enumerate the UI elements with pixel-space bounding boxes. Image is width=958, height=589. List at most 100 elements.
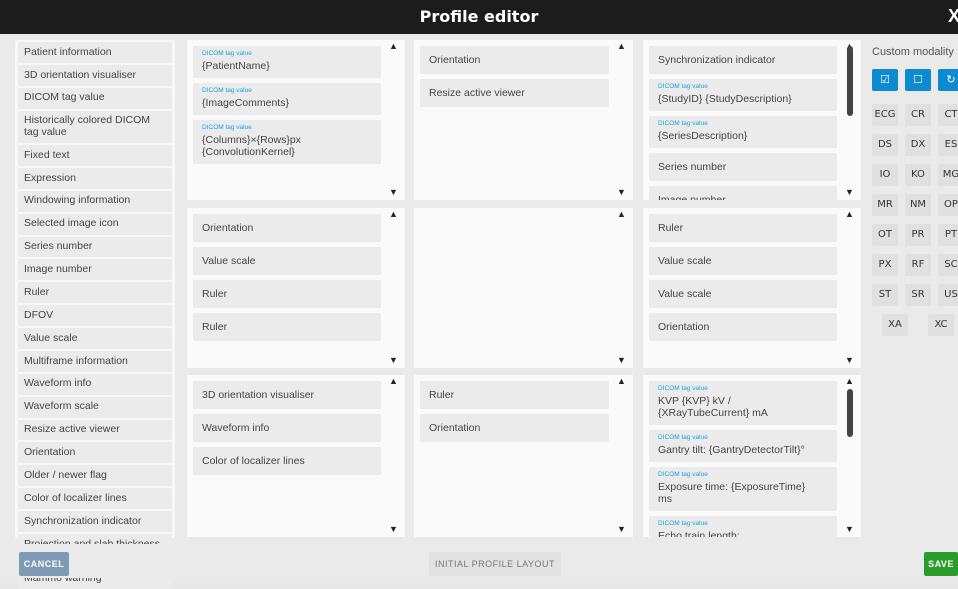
- modality-chip[interactable]: OT: [872, 224, 898, 246]
- palette-item[interactable]: Ruler: [18, 282, 172, 304]
- scrollbar[interactable]: ▲▼: [613, 208, 633, 368]
- scroll-down-icon[interactable]: ▼: [617, 356, 626, 365]
- layout-cell-middle-left[interactable]: Orientation Value scale Ruler Ruler ▲ ▼: [187, 208, 405, 368]
- modality-chip[interactable]: CT: [938, 104, 958, 126]
- modality-chip[interactable]: MR: [872, 194, 898, 216]
- scroll-up-icon[interactable]: ▲: [389, 377, 398, 386]
- dicom-tag-item[interactable]: DICOM tag value {ImageComments}: [193, 83, 381, 115]
- modality-chip[interactable]: XA: [882, 314, 908, 336]
- modality-chip[interactable]: DX: [905, 134, 931, 156]
- overlay-item[interactable]: Orientation: [420, 414, 609, 442]
- scrollbar[interactable]: ▲▼: [385, 375, 405, 537]
- modality-chip[interactable]: PR: [905, 224, 931, 246]
- scrollbar[interactable]: ▲▼: [613, 40, 633, 200]
- modality-chip[interactable]: ECG: [872, 104, 898, 126]
- modality-chip[interactable]: MG: [938, 164, 958, 186]
- scroll-up-icon[interactable]: ▲: [617, 210, 626, 219]
- close-icon[interactable]: X: [948, 6, 958, 27]
- overlay-item[interactable]: Value scale: [649, 247, 837, 275]
- palette-item[interactable]: Color of localizer lines: [18, 488, 172, 509]
- overlay-item[interactable]: Synchronization indicator: [649, 46, 837, 74]
- modality-chip[interactable]: SC: [938, 254, 958, 276]
- palette-item[interactable]: Orientation: [18, 442, 172, 464]
- scroll-down-icon[interactable]: ▼: [845, 188, 854, 197]
- palette-item[interactable]: Historically colored DICOM tag value: [18, 110, 172, 143]
- scroll-thumb[interactable]: [847, 389, 853, 437]
- scrollbar[interactable]: ▲▼: [841, 375, 861, 537]
- dicom-tag-item[interactable]: DICOM tag value Echo train length: {EchoT…: [649, 516, 837, 537]
- overlay-item[interactable]: Resize active viewer: [420, 79, 609, 107]
- overlay-item[interactable]: Image number: [649, 186, 837, 200]
- refresh-icon[interactable]: ↻: [938, 69, 958, 91]
- modality-chip[interactable]: NM: [905, 194, 931, 216]
- palette-item[interactable]: Waveform scale: [18, 396, 172, 418]
- scroll-up-icon[interactable]: ▲: [389, 210, 398, 219]
- dicom-tag-item[interactable]: DICOM tag value Exposure time: {ExposureT…: [649, 467, 837, 511]
- palette-item[interactable]: Older / newer flag: [18, 465, 172, 487]
- overlay-item[interactable]: Ruler: [420, 381, 609, 409]
- overlay-item[interactable]: Color of localizer lines: [193, 447, 381, 475]
- cancel-button[interactable]: CANCEL: [19, 552, 69, 576]
- scroll-up-icon[interactable]: ▲: [845, 377, 854, 386]
- modality-chip[interactable]: CR: [905, 104, 931, 126]
- scroll-down-icon[interactable]: ▼: [389, 188, 398, 197]
- scroll-thumb[interactable]: [847, 46, 853, 116]
- modality-chip[interactable]: RF: [905, 254, 931, 276]
- save-button[interactable]: SAVE: [924, 552, 958, 576]
- select-all-checkbox-icon[interactable]: ☑: [872, 69, 898, 91]
- initial-profile-layout-button[interactable]: INITIAL PROFILE LAYOUT: [429, 552, 561, 576]
- modality-chip[interactable]: IO: [872, 164, 898, 186]
- scroll-down-icon[interactable]: ▼: [389, 356, 398, 365]
- modality-chip[interactable]: KO: [905, 164, 931, 186]
- dicom-tag-item[interactable]: DICOM tag value {SeriesDescription}: [649, 116, 837, 148]
- palette-item[interactable]: Multiframe information: [18, 350, 172, 372]
- scrollbar[interactable]: ▲▼: [385, 40, 405, 200]
- scroll-up-icon[interactable]: ▲: [617, 377, 626, 386]
- palette-item[interactable]: DFOV: [18, 305, 172, 326]
- modality-chip[interactable]: ES: [938, 134, 958, 156]
- layout-cell-bottom-center[interactable]: Ruler Orientation ▲ ▼: [414, 375, 633, 537]
- modality-chip[interactable]: SR: [905, 284, 931, 306]
- scrollbar[interactable]: ▲▼: [613, 375, 633, 537]
- modality-chip[interactable]: XC: [928, 314, 954, 336]
- overlay-item[interactable]: Ruler: [193, 280, 381, 308]
- scrollbar[interactable]: ▲▼: [385, 208, 405, 368]
- modality-chip[interactable]: OP: [938, 194, 958, 216]
- scroll-up-icon[interactable]: ▲: [389, 42, 398, 51]
- overlay-item[interactable]: Orientation: [193, 214, 381, 242]
- palette-item[interactable]: Value scale: [18, 328, 172, 349]
- palette-item[interactable]: Expression: [18, 167, 172, 189]
- palette-item[interactable]: DICOM tag value: [18, 87, 172, 109]
- palette-item[interactable]: Resize active viewer: [18, 419, 172, 441]
- dicom-tag-item[interactable]: DICOM tag value Gantry tilt: {GantryDetec…: [649, 430, 837, 462]
- modality-chip[interactable]: PX: [872, 254, 898, 276]
- overlay-item[interactable]: Waveform info: [193, 414, 381, 442]
- palette-item[interactable]: Synchronization indicator: [18, 511, 172, 532]
- modality-chip[interactable]: US: [938, 284, 958, 306]
- modality-chip[interactable]: DS: [872, 134, 898, 156]
- dicom-tag-item[interactable]: DICOM tag value {StudyID} {StudyDescripti…: [649, 79, 837, 111]
- modality-chip[interactable]: PT: [938, 224, 958, 246]
- scrollbar[interactable]: ▲▼: [841, 208, 861, 368]
- layout-cell-top-right[interactable]: Synchronization indicator DICOM tag value…: [643, 40, 861, 200]
- palette-item[interactable]: Fixed text: [18, 145, 172, 166]
- deselect-all-checkbox-icon[interactable]: ☐: [905, 69, 931, 91]
- overlay-item[interactable]: Orientation: [420, 46, 609, 74]
- palette-item[interactable]: Image number: [18, 259, 172, 281]
- layout-cell-bottom-left[interactable]: 3D orientation visualiser Waveform info Co…: [187, 375, 405, 537]
- overlay-item[interactable]: Ruler: [193, 313, 381, 341]
- palette-item[interactable]: Waveform info: [18, 373, 172, 395]
- palette-item[interactable]: Patient information: [18, 42, 172, 63]
- dicom-tag-item[interactable]: DICOM tag value KVP {KVP} kV / {XRayTubeC…: [649, 381, 837, 425]
- dicom-tag-item[interactable]: DICOM tag value {Columns}×{Rows}px {Convo…: [193, 120, 381, 164]
- overlay-item[interactable]: Orientation: [649, 313, 837, 341]
- scroll-down-icon[interactable]: ▼: [845, 525, 854, 534]
- layout-cell-top-left[interactable]: DICOM tag value {PatientName} DICOM tag va…: [187, 40, 405, 200]
- overlay-item[interactable]: 3D orientation visualiser: [193, 381, 381, 409]
- palette-item[interactable]: Windowing information: [18, 190, 172, 212]
- palette-item[interactable]: 3D orientation visualiser: [18, 64, 172, 86]
- scroll-up-icon[interactable]: ▲: [845, 210, 854, 219]
- palette-item[interactable]: Selected image icon: [18, 213, 172, 235]
- modality-chip[interactable]: ST: [872, 284, 898, 306]
- scroll-down-icon[interactable]: ▼: [617, 525, 626, 534]
